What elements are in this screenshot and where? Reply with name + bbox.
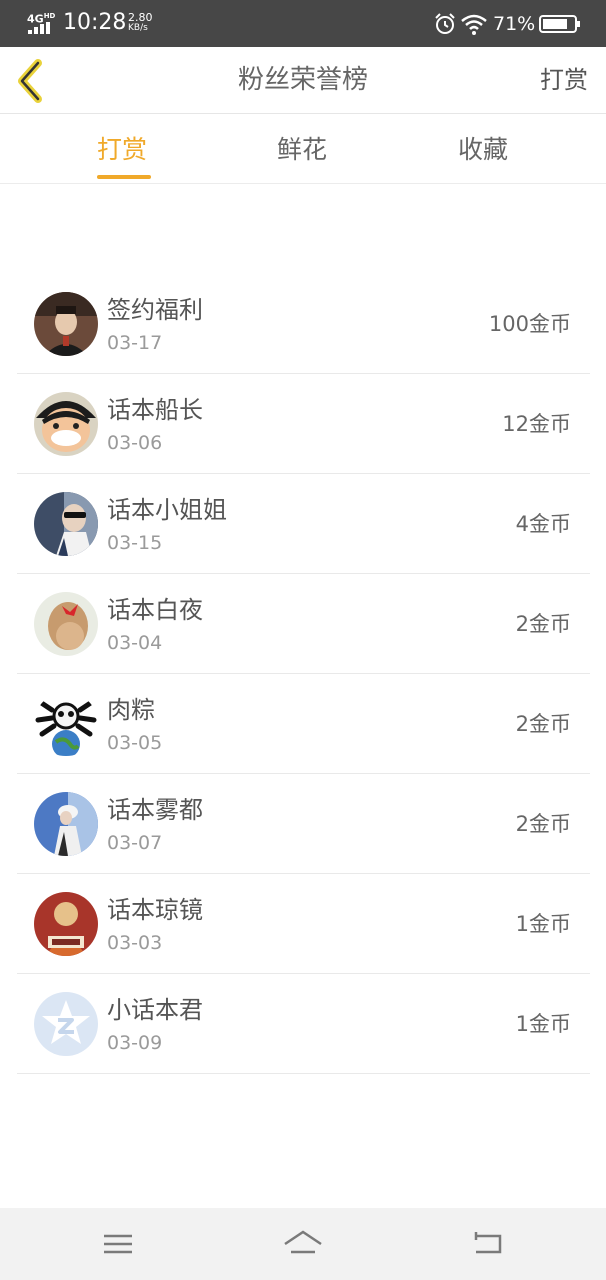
fan-date: 03-03 xyxy=(107,932,163,954)
fan-name: 小话本君 xyxy=(107,996,203,1024)
fan-name: 话本雾都 xyxy=(107,796,203,824)
fan-name: 话本船长 xyxy=(107,396,203,424)
tab-reward[interactable]: 打赏 xyxy=(97,134,147,166)
clock: 10:28 xyxy=(63,10,127,35)
home-icon[interactable] xyxy=(283,1226,323,1262)
reward-amount: 12金币 xyxy=(502,412,571,436)
wifi-icon xyxy=(461,14,487,35)
fan-date: 03-15 xyxy=(107,532,163,554)
signal-icon xyxy=(28,22,50,34)
list-item[interactable]: 签约福利 03-17 100金币 xyxy=(17,274,590,374)
hair-bow-avatar xyxy=(34,592,98,656)
network-speed: 2.80 KB/s xyxy=(128,11,153,33)
cartoon-pirate-avatar xyxy=(34,392,98,456)
reward-amount: 1金币 xyxy=(515,1012,571,1036)
alarm-icon xyxy=(435,13,455,34)
fan-name: 签约福利 xyxy=(107,296,203,324)
reward-amount: 2金币 xyxy=(515,812,571,836)
header: 粉丝荣誉榜 打赏 xyxy=(0,47,606,114)
fan-list: 签约福利 03-17 100金币 话本船长 03-06 12金币 话本小姐姐 0… xyxy=(17,274,590,1074)
fan-date: 03-09 xyxy=(107,1032,163,1054)
tab-flowers[interactable]: 鲜花 xyxy=(277,134,327,166)
portrait-avatar xyxy=(34,292,98,356)
status-bar: 4GHD 10:28 2.80 KB/s 71% xyxy=(0,0,606,47)
reward-amount: 100金币 xyxy=(488,312,571,336)
battery-icon xyxy=(539,15,580,33)
tab-favorites[interactable]: 收藏 xyxy=(458,134,508,166)
blue-figure-avatar xyxy=(34,792,98,856)
panda-globe-avatar xyxy=(34,692,98,756)
list-item[interactable]: 小话本君 03-09 1金币 xyxy=(17,974,590,1074)
battery-percent: 71% xyxy=(493,13,536,35)
fan-date: 03-04 xyxy=(107,632,163,654)
fan-name: 话本琼镜 xyxy=(107,896,203,924)
active-tab-indicator xyxy=(97,175,151,179)
reward-button[interactable]: 打赏 xyxy=(540,63,588,97)
fan-name: 肉粽 xyxy=(107,696,155,724)
reward-amount: 2金币 xyxy=(515,712,571,736)
fan-date: 03-06 xyxy=(107,432,163,454)
reward-amount: 4金币 xyxy=(515,512,571,536)
list-item[interactable]: 话本白夜 03-04 2金币 xyxy=(17,574,590,674)
fan-name: 话本白夜 xyxy=(107,596,203,624)
list-item[interactable]: 话本雾都 03-07 2金币 xyxy=(17,774,590,874)
reward-amount: 2金币 xyxy=(515,612,571,636)
fan-date: 03-07 xyxy=(107,832,163,854)
list-item[interactable]: 话本琼镜 03-03 1金币 xyxy=(17,874,590,974)
back-icon[interactable] xyxy=(468,1226,508,1262)
fan-date: 03-17 xyxy=(107,332,163,354)
system-nav-bar xyxy=(0,1208,606,1280)
reward-amount: 1金币 xyxy=(515,912,571,936)
fan-date: 03-05 xyxy=(107,732,163,754)
list-item[interactable]: 话本小姐姐 03-15 4金币 xyxy=(17,474,590,574)
fan-name: 话本小姐姐 xyxy=(107,496,227,524)
page-title: 粉丝荣誉榜 xyxy=(237,65,368,95)
sunglasses-avatar xyxy=(34,492,98,556)
list-item[interactable]: 肉粽 03-05 2金币 xyxy=(17,674,590,774)
book-cover-avatar xyxy=(34,892,98,956)
menu-icon[interactable] xyxy=(98,1226,138,1262)
default-star-avatar xyxy=(34,992,98,1056)
tab-bar: 打赏 鲜花 收藏 xyxy=(0,114,606,184)
list-item[interactable]: 话本船长 03-06 12金币 xyxy=(17,374,590,474)
